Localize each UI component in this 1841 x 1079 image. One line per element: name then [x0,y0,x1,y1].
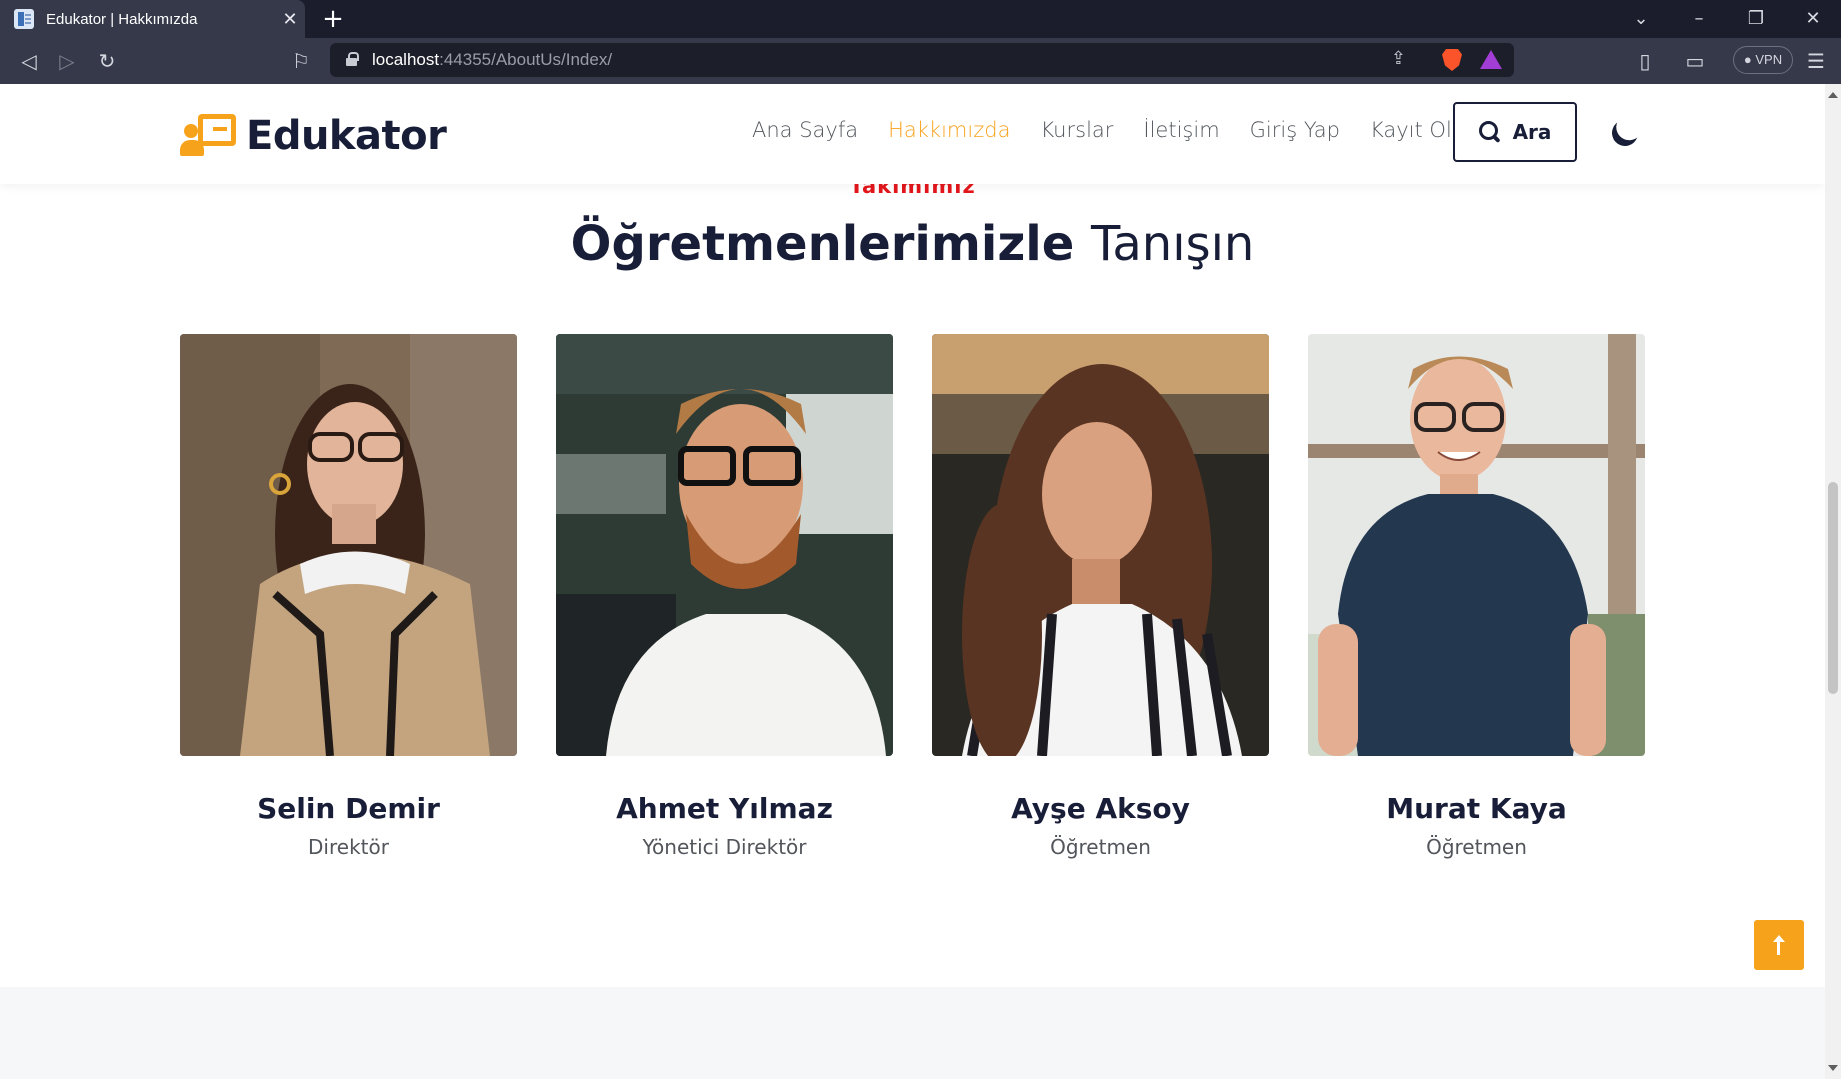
team-member-role: Öğretmen [1426,835,1527,859]
main-nav: Ana Sayfa Hakkımızda Kurslar İletişim Gi… [752,118,1482,142]
new-tab-button[interactable]: + [318,4,348,34]
search-button[interactable]: Ara [1453,102,1577,162]
team-member-photo [932,334,1269,756]
next-section-band [0,987,1825,1079]
search-icon [1478,121,1501,143]
team-member-photo [1308,334,1645,756]
scrollbar-thumb[interactable] [1828,482,1838,694]
browser-tab-bar: Edukator | Hakkımızda ✕ + ⌄ – ❐ ✕ [0,0,1841,38]
teacher-board-icon [180,114,236,158]
page-favicon-icon [14,9,34,29]
close-tab-icon[interactable]: ✕ [275,9,305,30]
section-title: Öğretmenlerimizle Tanışın [0,216,1825,272]
nav-item-register[interactable]: Kayıt Ol [1370,118,1452,142]
team-member-name: Ahmet Yılmaz [616,792,833,825]
team-member-role: Öğretmen [1050,835,1151,859]
lock-icon [346,52,359,66]
team-member-name: Selin Demir [257,792,440,825]
menu-icon[interactable]: ☰ [1803,48,1829,74]
arrow-up-icon [1772,935,1786,955]
tab-search-chevron-icon[interactable]: ⌄ [1626,6,1656,32]
nav-item-login[interactable]: Giriş Yap [1250,118,1340,142]
tab-title: Edukator | Hakkımızda [46,10,198,28]
team-grid: Selin Demir Direktör Ahmet Yılmaz Yöneti… [180,334,1645,874]
section-title-strong: Öğretmenlerimizle [570,216,1075,272]
nav-item-courses[interactable]: Kurslar [1040,118,1113,142]
back-icon[interactable]: ◁ [16,48,42,74]
forward-icon[interactable]: ▷ [54,48,80,74]
dark-mode-moon-icon[interactable] [1608,116,1641,149]
sidebar-icon[interactable]: ▯ [1632,48,1658,74]
team-member-card: Selin Demir Direktör [180,334,517,859]
page-viewport: Edukator Ana Sayfa Hakkımızda Kurslar İl… [0,84,1825,1079]
team-member-card: Murat Kaya Öğretmen [1308,334,1645,859]
brave-shields-icon[interactable] [1442,49,1462,71]
team-member-photo [556,334,893,756]
scroll-down-icon[interactable] [1828,1065,1838,1071]
nav-item-about[interactable]: Hakkımızda [888,118,1010,142]
section-title-light: Tanışın [1091,216,1255,272]
address-bar[interactable]: localhost:44355/AboutUs/Index/ ⇪ [330,43,1514,77]
page-scrollbar[interactable] [1825,84,1841,1079]
restore-window-icon[interactable]: ❐ [1741,6,1771,32]
browser-tab[interactable]: Edukator | Hakkımızda ✕ [0,0,305,38]
browser-toolbar: ◁ ▷ ↻ ⚐ localhost:44355/AboutUs/Index/ ⇪… [0,38,1841,84]
search-button-label: Ara [1512,120,1552,144]
brave-rewards-icon[interactable] [1480,50,1502,69]
vpn-button[interactable]: ● VPN [1733,46,1793,74]
reload-icon[interactable]: ↻ [94,48,120,74]
team-member-card: Ayşe Aksoy Öğretmen [932,334,1269,859]
close-window-icon[interactable]: ✕ [1798,6,1828,32]
wallet-icon[interactable]: ▭ [1682,48,1708,74]
team-member-name: Murat Kaya [1386,792,1567,825]
logo-text: Edukator [246,113,447,159]
team-member-name: Ayşe Aksoy [1011,792,1190,825]
site-logo[interactable]: Edukator [180,113,447,159]
team-member-photo [180,334,517,756]
minimize-window-icon[interactable]: – [1684,6,1714,32]
team-member-card: Ahmet Yılmaz Yönetici Direktör [556,334,893,859]
team-member-role: Yönetici Direktör [642,835,807,859]
share-icon[interactable]: ⇪ [1391,48,1406,69]
nav-item-contact[interactable]: İletişim [1143,118,1219,142]
team-member-role: Direktör [308,835,389,859]
scroll-up-icon[interactable] [1828,92,1838,98]
site-header: Edukator Ana Sayfa Hakkımızda Kurslar İl… [0,84,1825,184]
nav-item-home[interactable]: Ana Sayfa [752,118,858,142]
bookmark-icon[interactable]: ⚐ [288,48,314,74]
back-to-top-button[interactable] [1754,920,1804,970]
url-text[interactable]: localhost:44355/AboutUs/Index/ [372,50,612,70]
